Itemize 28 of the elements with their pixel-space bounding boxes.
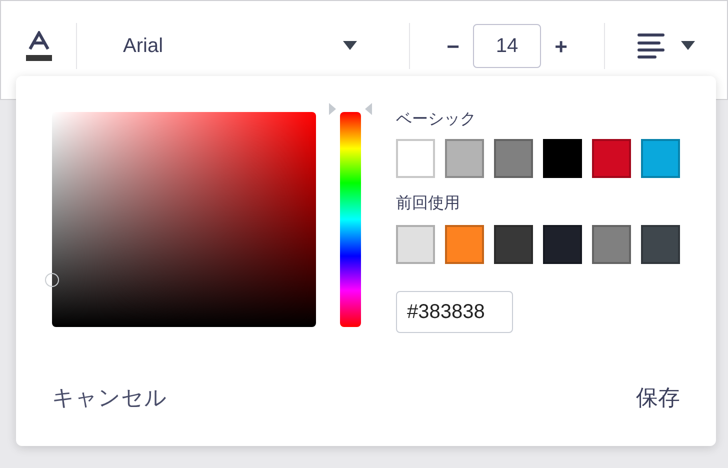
text-color-icon[interactable] xyxy=(26,31,52,61)
font-dropdown[interactable]: Arial xyxy=(77,23,410,69)
section-label: 前回使用 xyxy=(396,194,461,214)
caret-icon xyxy=(343,41,357,51)
saturation-area[interactable] xyxy=(52,112,316,327)
decrease-button[interactable]: − xyxy=(443,30,463,62)
color-swatch[interactable] xyxy=(543,139,582,178)
increase-button[interactable]: + xyxy=(551,30,571,62)
color-swatch[interactable] xyxy=(641,225,680,264)
hue-handle[interactable] xyxy=(329,103,372,115)
color-swatch[interactable] xyxy=(445,225,484,264)
color-swatch[interactable] xyxy=(543,225,582,264)
color-swatch[interactable] xyxy=(494,139,533,178)
font-size-field[interactable]: 14 xyxy=(473,24,541,68)
color-swatch[interactable] xyxy=(494,225,533,264)
color-swatch[interactable] xyxy=(592,225,631,264)
cancel-button[interactable]: キャンセル xyxy=(52,381,167,414)
save-button[interactable]: 保存 xyxy=(636,381,680,414)
align-left-icon xyxy=(637,32,665,60)
hex-field[interactable]: #383838 xyxy=(396,291,513,333)
hue-slider[interactable] xyxy=(329,103,371,330)
color-swatch[interactable] xyxy=(396,225,435,264)
color-swatch[interactable] xyxy=(592,139,631,178)
section-label: ベーシック xyxy=(396,110,477,130)
color-swatch[interactable] xyxy=(641,139,680,178)
color-marker[interactable] xyxy=(45,272,59,287)
caret-icon xyxy=(681,41,695,51)
color-swatch[interactable] xyxy=(445,139,484,178)
